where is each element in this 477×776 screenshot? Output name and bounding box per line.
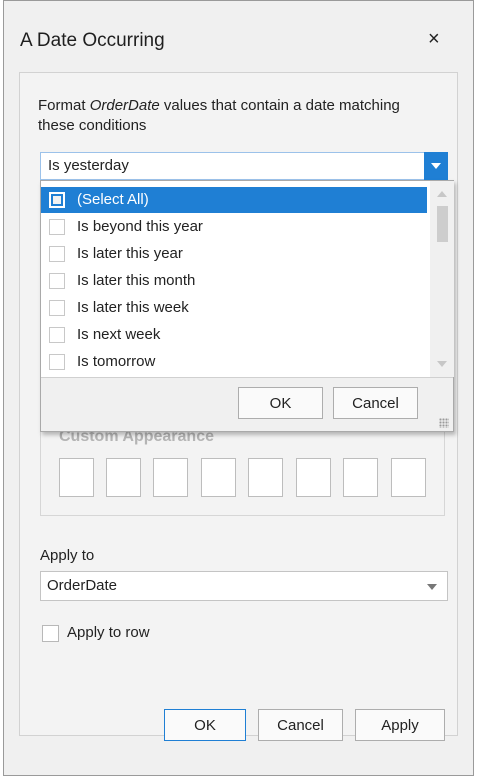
desc-field-name: OrderDate (89, 97, 160, 114)
checkbox[interactable] (49, 219, 65, 235)
list-item[interactable]: Is later this year (41, 241, 427, 267)
list-item-select-all[interactable]: (Select All) (41, 187, 427, 213)
cancel-button[interactable]: Cancel (258, 709, 343, 741)
list-item[interactable]: Is later this month (41, 268, 427, 294)
list-item[interactable]: Is later this week (41, 295, 427, 321)
appearance-swatch[interactable] (296, 458, 331, 497)
checkbox[interactable] (49, 354, 65, 370)
list-item-label: Is tomorrow (77, 353, 156, 370)
appearance-swatch[interactable] (391, 458, 426, 497)
scrollbar-thumb[interactable] (437, 206, 448, 242)
dialog-title: A Date Occurring (20, 30, 165, 51)
list-scrollbar[interactable] (430, 181, 454, 377)
appearance-swatch[interactable] (343, 458, 378, 497)
list-item[interactable]: Is next week (41, 322, 427, 348)
list-item-label: Is later this month (77, 272, 196, 289)
desc-prefix: Format (38, 97, 90, 114)
list-item-label: Is next week (77, 326, 161, 343)
checkbox[interactable] (49, 246, 65, 262)
dropdown-footer: OK Cancel (41, 377, 453, 431)
condition-description: Format OrderDate values that contain a d… (38, 96, 438, 136)
chevron-down-icon (431, 163, 441, 169)
dropdown-ok-button[interactable]: OK (238, 387, 323, 419)
appearance-swatch[interactable] (153, 458, 188, 497)
checkbox[interactable] (49, 273, 65, 289)
condition-combo-value: Is yesterday (48, 157, 129, 174)
checkbox[interactable] (49, 300, 65, 316)
scroll-up-icon[interactable] (437, 191, 447, 197)
list-item[interactable]: Is beyond this year (41, 214, 427, 240)
ok-button[interactable]: OK (164, 709, 246, 741)
checkbox[interactable] (49, 192, 65, 208)
appearance-swatch[interactable] (106, 458, 141, 497)
condition-dropdown-button[interactable] (424, 152, 448, 180)
condition-combo[interactable]: Is yesterday (40, 152, 448, 180)
apply-to-value: OrderDate (47, 577, 118, 594)
close-icon[interactable]: × (428, 29, 440, 49)
list-item-label: Is later this year (77, 245, 183, 262)
checkbox[interactable] (49, 327, 65, 343)
list-item-label: Is later this week (77, 299, 189, 316)
apply-button[interactable]: Apply (355, 709, 445, 741)
list-item-label: (Select All) (77, 191, 149, 208)
condition-dropdown-popup: (Select All) Is beyond this year Is late… (40, 180, 454, 432)
appearance-swatch[interactable] (59, 458, 94, 497)
chevron-down-icon[interactable] (427, 584, 437, 590)
apply-to-row-checkbox[interactable] (42, 625, 59, 642)
appearance-swatch[interactable] (248, 458, 283, 497)
apply-to-row-label[interactable]: Apply to row (67, 624, 150, 641)
apply-to-label: Apply to (40, 547, 95, 564)
resize-grip-icon[interactable] (439, 418, 449, 428)
dropdown-cancel-button[interactable]: Cancel (333, 387, 418, 419)
appearance-swatch[interactable] (201, 458, 236, 497)
list-item-label: Is beyond this year (77, 218, 203, 235)
apply-to-combo[interactable]: OrderDate (40, 571, 448, 601)
list-item[interactable]: Is tomorrow (41, 349, 427, 375)
scroll-down-icon[interactable] (437, 361, 447, 367)
condition-checklist: (Select All) Is beyond this year Is late… (41, 181, 430, 377)
